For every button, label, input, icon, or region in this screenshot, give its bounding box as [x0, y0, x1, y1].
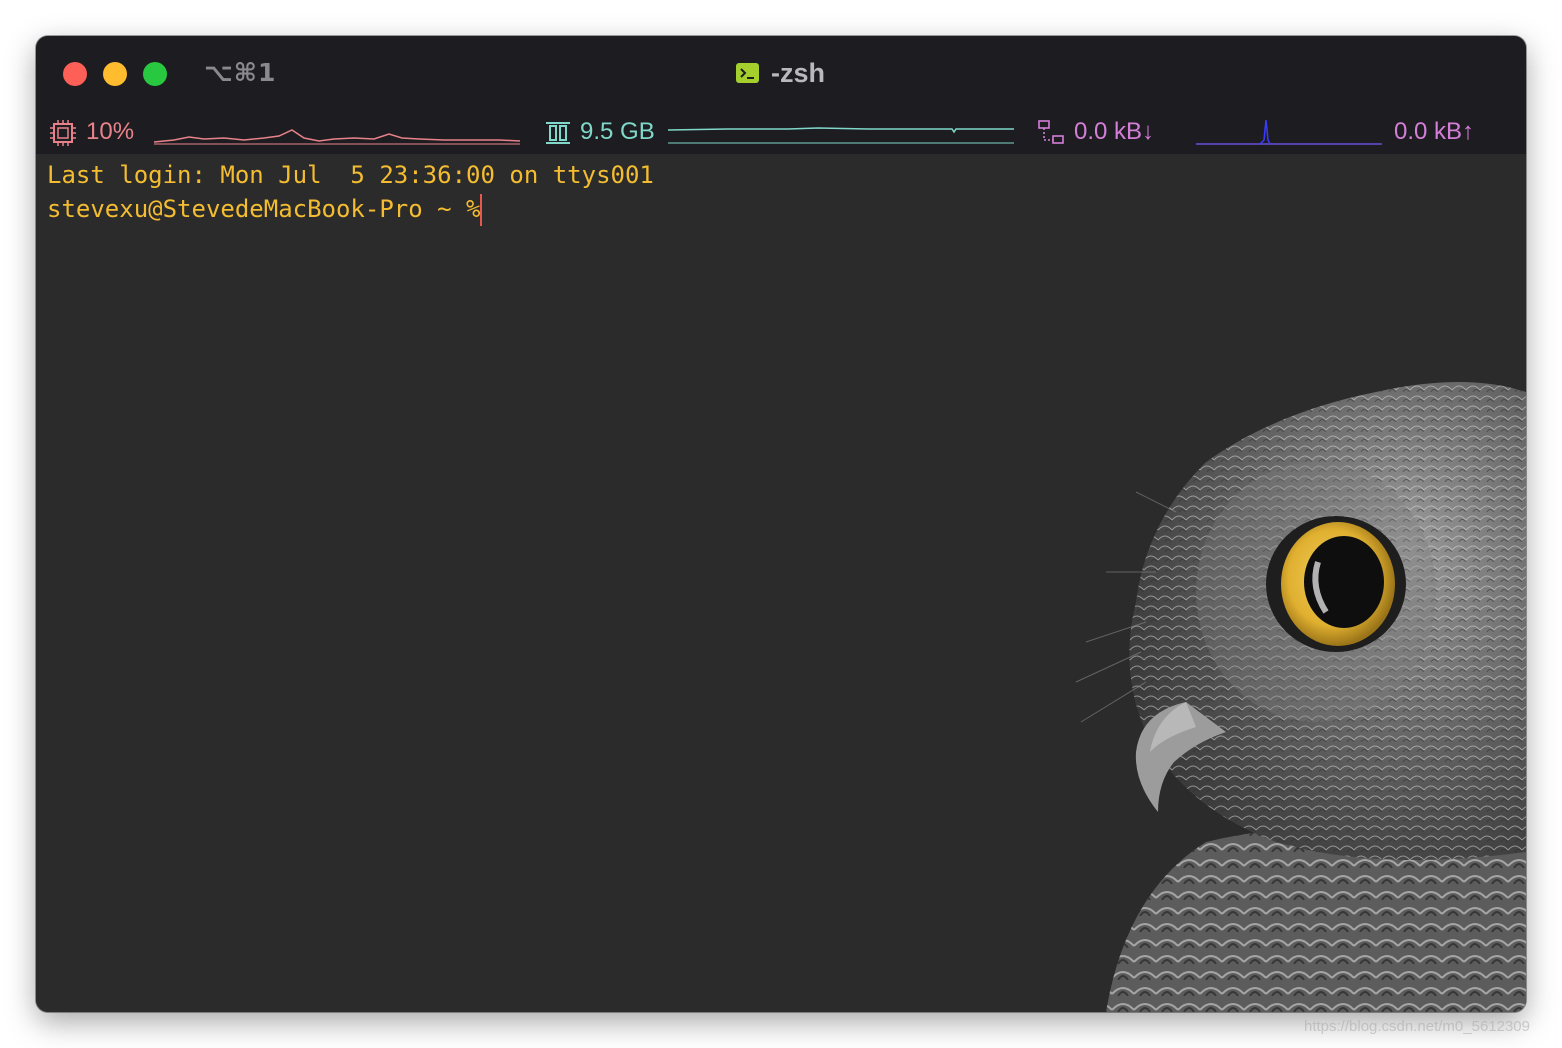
- status-bar: 10% 9.5 GB 0.0 kB↓ 0.0 kB↑: [36, 110, 1526, 154]
- memory-icon: [546, 122, 570, 144]
- window-title: -zsh: [736, 56, 825, 90]
- memory-usage: 9.5 GB: [580, 118, 655, 145]
- last-login-line: Last login: Mon Jul 5 23:36:00 on ttys00…: [47, 161, 654, 189]
- cpu-icon: [50, 120, 76, 146]
- cpu-usage: 10%: [86, 118, 135, 145]
- tab-shortcut-label: ⌥⌘1: [204, 58, 277, 87]
- terminal-content[interactable]: Last login: Mon Jul 5 23:36:00 on ttys00…: [36, 154, 1526, 1012]
- zoom-button[interactable]: [143, 62, 167, 86]
- watermark-text: https://blog.csdn.net/m0_5612309: [1304, 1018, 1530, 1035]
- title-text: -zsh: [771, 57, 825, 88]
- close-button[interactable]: [63, 62, 87, 86]
- memory-sparkline: [668, 127, 1014, 144]
- terminal-icon: [736, 63, 759, 83]
- terminal-window: ⌥⌘1 -zsh 10% 9.5 GB 0.0 kB↓ 0.0 kB↑ Last…: [36, 36, 1526, 1012]
- owl-background-image: [1075, 382, 1526, 1012]
- prompt-line: stevexu@StevedeMacBook-Pro ~ %: [47, 195, 495, 223]
- minimize-button[interactable]: [103, 62, 127, 86]
- network-sparkline: [1196, 119, 1382, 145]
- network-icon: [1038, 120, 1064, 144]
- title-bar[interactable]: ⌥⌘1 -zsh: [36, 36, 1526, 110]
- cpu-sparkline: [154, 129, 520, 145]
- network-upload: 0.0 kB↑: [1394, 118, 1475, 145]
- network-download: 0.0 kB↓: [1074, 118, 1155, 145]
- text-cursor: [480, 194, 482, 226]
